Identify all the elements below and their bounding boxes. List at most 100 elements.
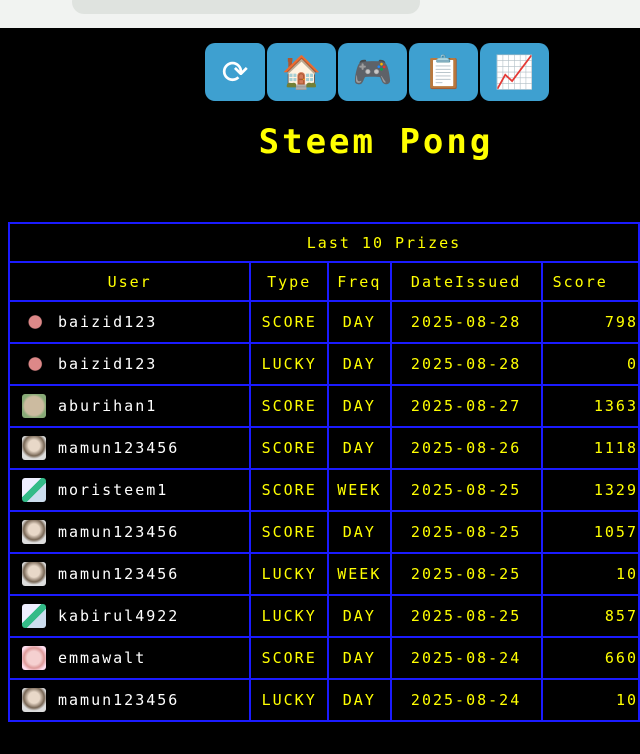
avatar[interactable] (22, 604, 46, 628)
type-cell: LUCKY (249, 678, 330, 722)
freq-cell: WEEK (327, 552, 392, 596)
date-cell: 2025-08-27 (389, 384, 543, 428)
address-bar[interactable] (72, 0, 420, 14)
freq-cell: DAY (327, 594, 392, 638)
score-cell: 1329 (540, 468, 640, 512)
avatar[interactable] (22, 562, 46, 586)
username[interactable]: baizid123 (58, 313, 157, 331)
page-title: Steem Pong (258, 122, 494, 162)
avatar[interactable] (22, 520, 46, 544)
leaderboard-button[interactable]: 📋 (409, 43, 478, 101)
avatar[interactable] (22, 478, 46, 502)
browser-toolbar (0, 0, 640, 28)
table-row: baizid123 SCORE DAY 2025-08-28 798 (7, 300, 640, 344)
type-cell: LUCKY (249, 594, 330, 638)
table-row: baizid123 LUCKY DAY 2025-08-28 0 (7, 342, 640, 386)
score-cell: 857 (540, 594, 640, 638)
date-cell: 2025-08-26 (389, 426, 543, 470)
type-cell: LUCKY (249, 552, 330, 596)
user-cell: mamun123456 (7, 678, 252, 722)
user-cell: baizid123 (7, 300, 252, 344)
table-row: mamun123456 LUCKY WEEK 2025-08-25 10 (7, 552, 640, 596)
date-cell: 2025-08-28 (389, 300, 543, 344)
freq-cell: DAY (327, 300, 392, 344)
avatar[interactable] (22, 436, 46, 460)
username[interactable]: baizid123 (58, 355, 157, 373)
avatar[interactable] (22, 646, 46, 670)
date-cell: 2025-08-25 (389, 510, 543, 554)
date-cell: 2025-08-28 (389, 342, 543, 386)
date-cell: 2025-08-25 (389, 552, 543, 596)
clipboard-icon: 📋 (423, 53, 464, 91)
score-cell: 0 (540, 342, 640, 386)
header-score: Score (540, 261, 640, 302)
user-cell: baizid123 (7, 342, 252, 386)
table-caption: Last 10 Prizes (8, 222, 640, 263)
freq-cell: WEEK (327, 468, 392, 512)
header-freq: Freq (327, 261, 392, 302)
header-user: User (7, 261, 252, 302)
freq-cell: DAY (327, 426, 392, 470)
type-cell: SCORE (249, 384, 330, 428)
username[interactable]: mamun123456 (58, 691, 179, 709)
score-cell: 1057 (540, 510, 640, 554)
date-cell: 2025-08-24 (389, 678, 543, 722)
freq-cell: DAY (327, 510, 392, 554)
refresh-icon: ⟳ (221, 53, 249, 91)
nav-bar: ⟳ 🏠 🎮 📋 📈 (205, 43, 549, 101)
username[interactable]: mamun123456 (58, 523, 179, 541)
avatar[interactable] (22, 394, 46, 418)
type-cell: SCORE (249, 510, 330, 554)
type-cell: LUCKY (249, 342, 330, 386)
score-cell: 660 (540, 636, 640, 680)
table-row: moristeem1 SCORE WEEK 2025-08-25 1329 (7, 468, 640, 512)
score-cell: 798 (540, 300, 640, 344)
table-row: mamun123456 SCORE DAY 2025-08-26 1118 (7, 426, 640, 470)
header-type: Type (249, 261, 330, 302)
game-button[interactable]: 🎮 (338, 43, 407, 101)
freq-cell: DAY (327, 636, 392, 680)
user-cell: moristeem1 (7, 468, 252, 512)
score-cell: 1363 (540, 384, 640, 428)
stats-button[interactable]: 📈 (480, 43, 549, 101)
table-row: mamun123456 LUCKY DAY 2025-08-24 10 (7, 678, 640, 722)
table-row: aburihan1 SCORE DAY 2025-08-27 1363 (7, 384, 640, 428)
username[interactable]: mamun123456 (58, 565, 179, 583)
freq-cell: DAY (327, 342, 392, 386)
home-button[interactable]: 🏠 (267, 43, 336, 101)
user-cell: mamun123456 (7, 426, 252, 470)
avatar[interactable] (22, 688, 46, 712)
refresh-button[interactable]: ⟳ (205, 43, 265, 101)
type-cell: SCORE (249, 426, 330, 470)
username[interactable]: kabirul4922 (58, 607, 179, 625)
score-cell: 10 (540, 678, 640, 722)
table-row: emmawalt SCORE DAY 2025-08-24 660 (7, 636, 640, 680)
home-icon: 🏠 (281, 53, 322, 91)
header-date: DateIssued (389, 261, 543, 302)
freq-cell: DAY (327, 384, 392, 428)
user-cell: kabirul4922 (7, 594, 252, 638)
date-cell: 2025-08-24 (389, 636, 543, 680)
table-row: kabirul4922 LUCKY DAY 2025-08-25 857 (7, 594, 640, 638)
table-row: mamun123456 SCORE DAY 2025-08-25 1057 (7, 510, 640, 554)
username[interactable]: moristeem1 (58, 481, 168, 499)
user-cell: mamun123456 (7, 510, 252, 554)
avatar[interactable] (22, 352, 46, 376)
type-cell: SCORE (249, 468, 330, 512)
score-cell: 10 (540, 552, 640, 596)
avatar[interactable] (22, 310, 46, 334)
user-cell: aburihan1 (7, 384, 252, 428)
date-cell: 2025-08-25 (389, 468, 543, 512)
username[interactable]: mamun123456 (58, 439, 179, 457)
user-cell: mamun123456 (7, 552, 252, 596)
type-cell: SCORE (249, 300, 330, 344)
type-cell: SCORE (249, 636, 330, 680)
freq-cell: DAY (327, 678, 392, 722)
user-cell: emmawalt (7, 636, 252, 680)
gamepad-icon: 🎮 (352, 53, 393, 91)
chart-icon: 📈 (494, 53, 535, 91)
date-cell: 2025-08-25 (389, 594, 543, 638)
username[interactable]: emmawalt (58, 649, 146, 667)
username[interactable]: aburihan1 (58, 397, 157, 415)
prizes-table: Last 10 Prizes User Type Freq DateIssued… (7, 222, 640, 722)
